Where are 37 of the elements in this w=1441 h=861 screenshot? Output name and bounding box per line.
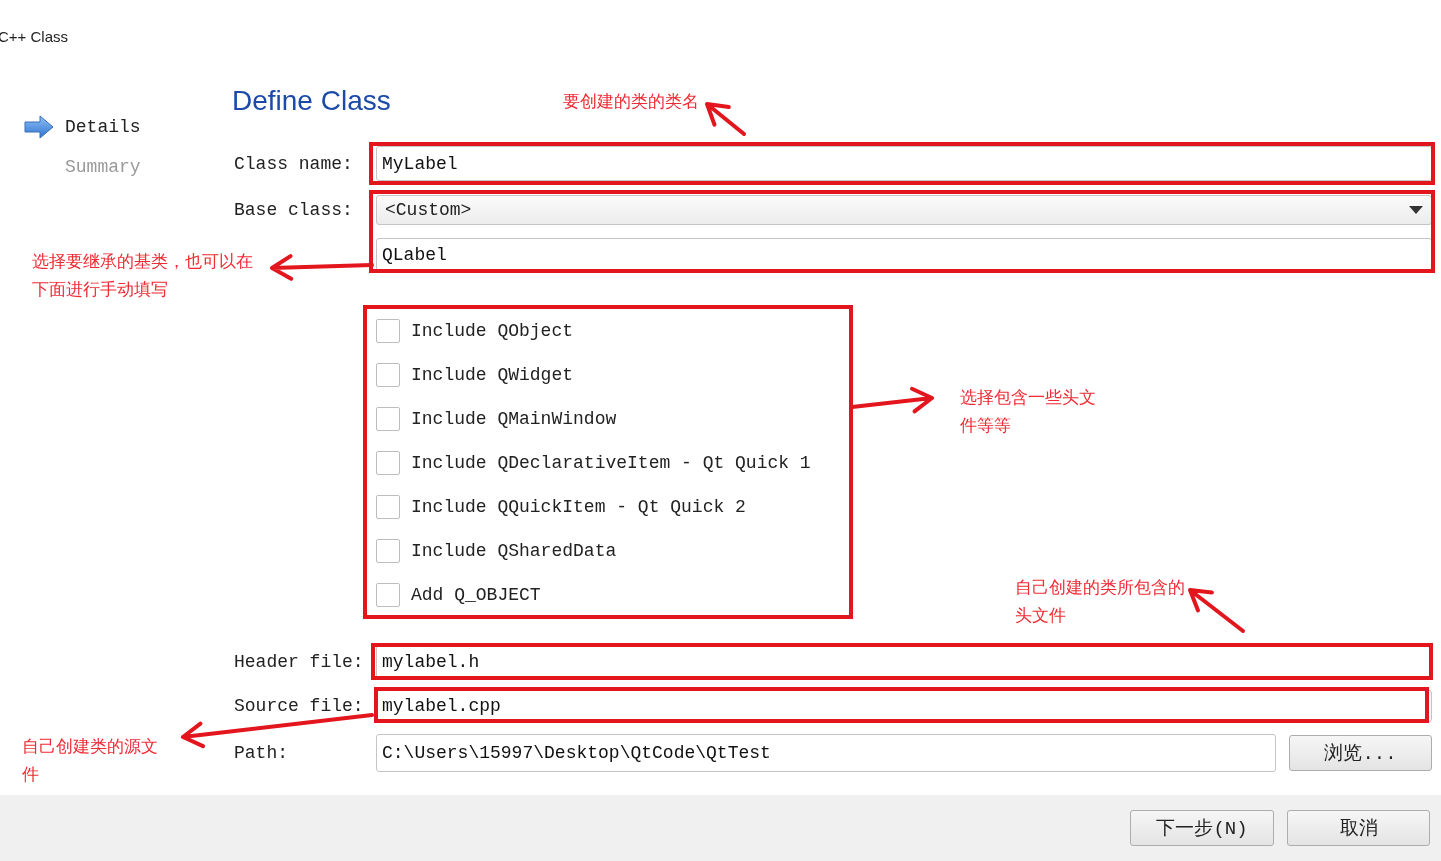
checkbox-label: Include QMainWindow: [411, 409, 617, 429]
path-field[interactable]: C:\Users\15997\Desktop\QtCode\QtTest: [376, 734, 1276, 772]
annotation-text: 选择包含一些头文件等等: [960, 386, 1097, 437]
checkbox[interactable]: [376, 363, 400, 387]
base-class-field[interactable]: QLabel: [376, 238, 1432, 271]
class-name-field[interactable]: MyLabel: [376, 146, 1432, 181]
checkbox[interactable]: [376, 495, 400, 519]
checkbox-label: Add Q_OBJECT: [411, 585, 541, 605]
field-label: Class name:: [233, 153, 354, 174]
checkbox[interactable]: [376, 539, 400, 563]
annotation-text: 自己创建类的源文件: [22, 735, 159, 786]
field-label: Source file:: [233, 696, 365, 716]
annotation-text: 自己创建的类所包含的头文件: [1015, 576, 1186, 627]
checkbox[interactable]: [376, 451, 400, 475]
page-heading: Define Class: [232, 84, 391, 118]
checkbox-label: Include QWidget: [411, 365, 574, 385]
base-class-dropdown[interactable]: <Custom>: [376, 195, 1432, 225]
annotation-arrow: [705, 102, 746, 136]
checkbox-label: Include QSharedData: [411, 541, 617, 561]
annotation-text: 要创建的类的类名: [563, 90, 700, 113]
browse-button[interactable]: 浏览...: [1289, 735, 1432, 771]
caret-icon: [1409, 206, 1423, 214]
field-label: Base class:: [233, 200, 354, 220]
checkbox[interactable]: [376, 407, 400, 431]
wizard-step: Details: [65, 117, 141, 137]
cancel-button[interactable]: 取消: [1287, 810, 1430, 846]
checkbox-label: Include QObject: [411, 321, 574, 341]
field-label: Header file:: [233, 651, 365, 672]
checkbox[interactable]: [376, 319, 400, 343]
wizard-step: Summary: [65, 157, 141, 177]
field-label: Path:: [233, 743, 289, 763]
checkbox[interactable]: [376, 583, 400, 607]
annotation-arrow: [1188, 588, 1245, 633]
checkbox-label: Include QDeclarativeItem - Qt Quick 1: [411, 453, 811, 473]
annotation-text: 选择要继承的基类，也可以在下面进行手动填写: [32, 250, 254, 301]
next-button[interactable]: 下一步(N): [1130, 810, 1274, 846]
checkbox-label: Include QQuickItem - Qt Quick 2: [411, 497, 746, 517]
